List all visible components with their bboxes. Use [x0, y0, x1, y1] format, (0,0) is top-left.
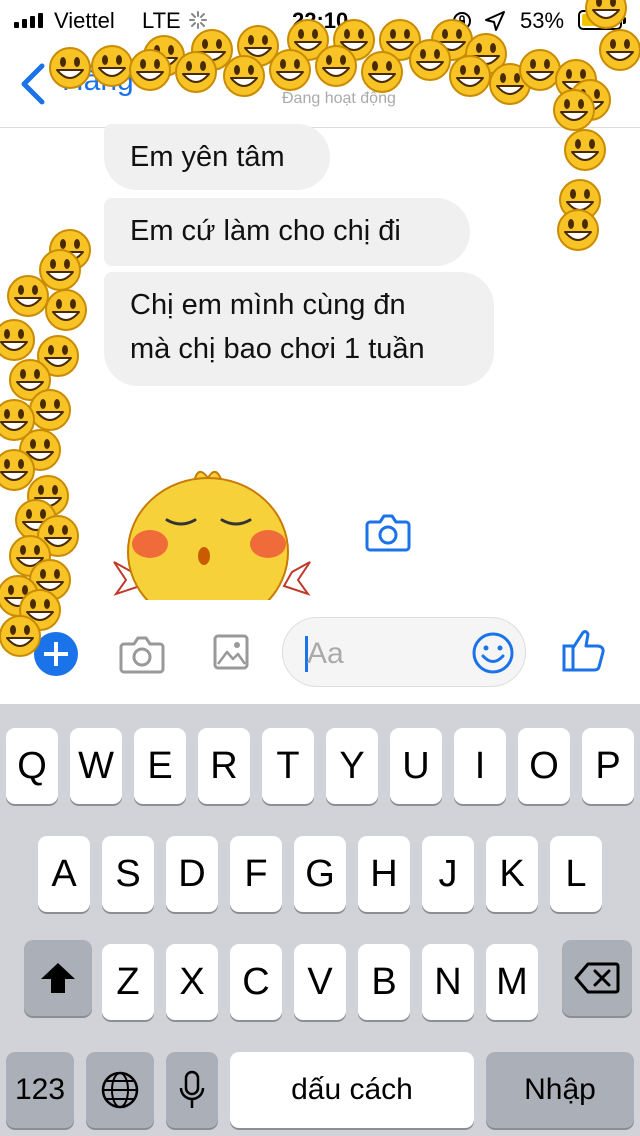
message-composer: [0, 600, 640, 704]
key-h[interactable]: H: [358, 836, 410, 912]
space-key[interactable]: dấu cách: [230, 1052, 474, 1128]
message-text-line: Chị em mình cùng đn: [130, 289, 406, 321]
contact-active-status: Đang hoạt động: [282, 90, 396, 107]
microphone-icon: [179, 1070, 205, 1108]
add-more-button[interactable]: [34, 632, 78, 676]
smiley-emoji: [564, 129, 606, 171]
key-q[interactable]: Q: [6, 728, 58, 804]
key-c[interactable]: C: [230, 944, 282, 1020]
smiley-emoji: [37, 515, 79, 557]
key-d[interactable]: D: [166, 836, 218, 912]
key-o[interactable]: O: [518, 728, 570, 804]
key-j[interactable]: J: [422, 836, 474, 912]
messenger-chat-screen: Viettel LTE 22:10 53% Hằng Đang hoạt độn: [0, 0, 640, 1136]
conversation-header: Hằng Đang hoạt động: [0, 40, 640, 128]
loading-spinner-icon: [189, 11, 207, 29]
smiley-emoji: [0, 399, 35, 441]
backspace-icon: [574, 962, 620, 994]
key-x[interactable]: X: [166, 944, 218, 1020]
thumbs-up-icon[interactable]: [562, 626, 606, 674]
key-v[interactable]: V: [294, 944, 346, 1020]
smiley-emoji: [9, 535, 51, 577]
chick-sticker[interactable]: [112, 462, 312, 602]
orientation-lock-icon: [453, 12, 471, 30]
key-u[interactable]: U: [390, 728, 442, 804]
key-i[interactable]: I: [454, 728, 506, 804]
key-r[interactable]: R: [198, 728, 250, 804]
message-text: Em yên tâm: [130, 141, 285, 173]
network-type: LTE: [142, 8, 181, 33]
shift-arrow-icon: [41, 963, 75, 993]
smiley-emoji: [29, 559, 71, 601]
numbers-key[interactable]: 123: [6, 1052, 74, 1128]
globe-key[interactable]: [86, 1052, 154, 1128]
message-input[interactable]: [307, 636, 457, 672]
message-bubble[interactable]: Em yên tâm: [104, 124, 330, 190]
chevron-left-icon[interactable]: [14, 62, 54, 106]
onscreen-keyboard: 123 dấu cách Nhập QWERTYUIOP ASDFGHJKL ZXC…: [0, 704, 640, 1136]
smiley-emoji: [37, 335, 79, 377]
key-y[interactable]: Y: [326, 728, 378, 804]
smiley-emoji: [29, 389, 71, 431]
message-text-line: mà chị bao chơi 1 tuần: [130, 333, 425, 365]
location-arrow-icon: [485, 11, 505, 31]
key-w[interactable]: W: [70, 728, 122, 804]
clock: 22:10: [292, 8, 349, 33]
smiley-emoji: [19, 429, 61, 471]
message-input-field[interactable]: [282, 617, 526, 687]
smiley-emoji: [557, 209, 599, 251]
key-m[interactable]: M: [486, 944, 538, 1020]
smiley-emoji: [0, 449, 35, 491]
camera-icon[interactable]: [364, 510, 412, 554]
camera-icon[interactable]: [118, 632, 166, 676]
key-s[interactable]: S: [102, 836, 154, 912]
battery-icon: [578, 10, 626, 30]
smiley-face-icon[interactable]: [471, 631, 515, 675]
smiley-emoji: [45, 289, 87, 331]
message-bubble[interactable]: Chị em mình cùng đn mà chị bao chơi 1 tu…: [104, 272, 494, 386]
smiley-emoji: [559, 179, 601, 221]
smiley-emoji: [27, 475, 69, 517]
signal-strength-icon: [14, 13, 43, 28]
return-key[interactable]: Nhập: [486, 1052, 634, 1128]
status-bar: Viettel LTE 22:10 53%: [0, 0, 640, 40]
key-k[interactable]: K: [486, 836, 538, 912]
smiley-emoji: [9, 359, 51, 401]
delete-key[interactable]: [562, 940, 632, 1016]
key-t[interactable]: T: [262, 728, 314, 804]
smiley-emoji: [0, 319, 35, 361]
key-z[interactable]: Z: [102, 944, 154, 1020]
globe-icon: [101, 1071, 139, 1109]
message-bubble[interactable]: Em cứ làm cho chị đi: [104, 198, 470, 266]
key-b[interactable]: B: [358, 944, 410, 1020]
shift-key[interactable]: [24, 940, 92, 1016]
battery-percent: 53%: [520, 8, 565, 33]
key-e[interactable]: E: [134, 728, 186, 804]
smiley-emoji: [15, 499, 57, 541]
message-text: Em cứ làm cho chị đi: [130, 215, 401, 247]
smiley-emoji: [7, 275, 49, 317]
key-a[interactable]: A: [38, 836, 90, 912]
microphone-key[interactable]: [166, 1052, 218, 1128]
image-icon[interactable]: [212, 632, 250, 672]
smiley-emoji: [39, 249, 81, 291]
key-n[interactable]: N: [422, 944, 474, 1020]
key-f[interactable]: F: [230, 836, 282, 912]
key-p[interactable]: P: [582, 728, 634, 804]
smiley-emoji: [49, 229, 91, 271]
key-g[interactable]: G: [294, 836, 346, 912]
carrier-name: Viettel: [54, 8, 115, 33]
contact-name[interactable]: Hằng: [62, 64, 134, 98]
key-l[interactable]: L: [550, 836, 602, 912]
